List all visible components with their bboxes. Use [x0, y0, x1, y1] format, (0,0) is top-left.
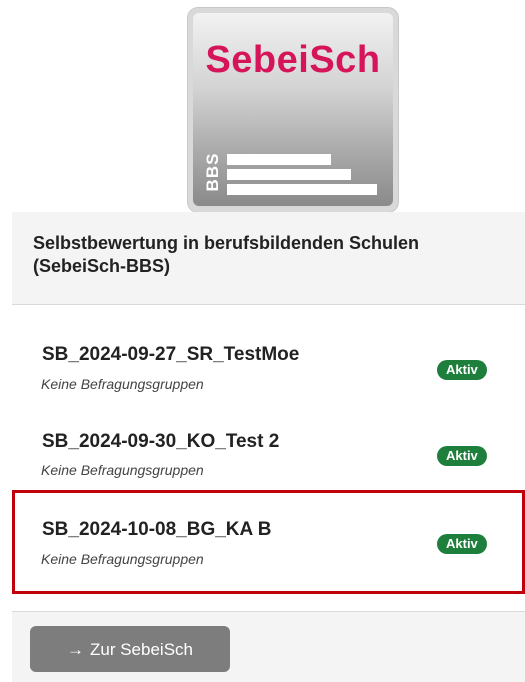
survey-list-item[interactable]: SB_2024-09-30_KO_Test 2 Keine Befragungs… — [12, 420, 525, 498]
go-to-sebeisch-button[interactable]: → Zur SebeiSch — [30, 626, 230, 672]
survey-list-item-selected[interactable]: SB_2024-10-08_BG_KA B Keine Befragungsgr… — [12, 490, 525, 594]
status-badge: Aktiv — [437, 446, 487, 466]
status-badge: Aktiv — [437, 360, 487, 380]
logo-bar — [227, 154, 331, 165]
logo-bar — [227, 184, 377, 195]
status-badge: Aktiv — [437, 534, 487, 554]
survey-subtitle: Keine Befragungsgruppen — [41, 551, 204, 567]
survey-subtitle: Keine Befragungsgruppen — [41, 376, 204, 392]
section-header: Selbstbewertung in berufsbildenden Schul… — [12, 212, 525, 305]
logo-text: SebeiSch — [205, 39, 381, 81]
survey-title[interactable]: SB_2024-09-30_KO_Test 2 — [42, 431, 279, 453]
app-logo: SebeiSch BBS — [188, 8, 398, 212]
logo-bbs-label: BBS — [202, 147, 222, 197]
logo-bbs-text: BBS — [203, 152, 222, 192]
arrow-right-icon: → — [67, 640, 84, 659]
button-label: Zur SebeiSch — [90, 640, 193, 659]
survey-title[interactable]: SB_2024-10-08_BG_KA B — [42, 519, 272, 541]
survey-list-item[interactable]: SB_2024-09-27_SR_TestMoe Keine Befragung… — [12, 332, 525, 410]
page: SebeiSch BBS Selbstbewertung in berufsbi… — [0, 0, 525, 682]
page-title: Selbstbewertung in berufsbildenden Schul… — [33, 233, 420, 276]
logo-bar — [227, 169, 351, 180]
survey-title[interactable]: SB_2024-09-27_SR_TestMoe — [42, 344, 299, 366]
logo-tile: SebeiSch BBS — [193, 13, 393, 206]
survey-subtitle: Keine Befragungsgruppen — [41, 462, 204, 478]
